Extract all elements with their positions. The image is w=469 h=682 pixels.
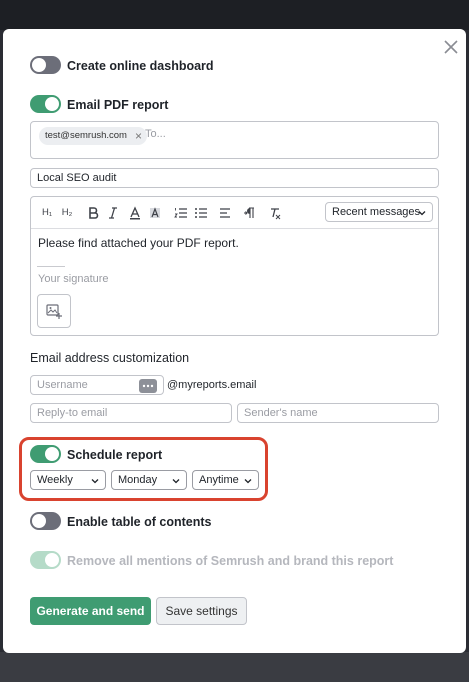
signature-divider: [37, 266, 65, 267]
dashboard-toggle-label: Create online dashboard: [67, 59, 214, 73]
subject-value: Local SEO audit: [37, 172, 117, 184]
more-icon[interactable]: [139, 379, 157, 393]
recent-messages-label: Recent messages: [332, 206, 421, 218]
to-placeholder: To...: [145, 128, 166, 140]
numbered-list-icon[interactable]: [173, 205, 189, 221]
text-direction-icon[interactable]: [241, 205, 257, 221]
email-domain: @myreports.email: [167, 379, 257, 391]
toc-toggle[interactable]: [30, 512, 61, 530]
reply-to-input[interactable]: Reply-to email: [30, 403, 232, 423]
sender-name-placeholder: Sender's name: [244, 407, 318, 419]
message-editor: H₁ H₂ Recent messages Please find attach…: [30, 196, 439, 336]
email-pdf-toggle[interactable]: [30, 95, 61, 113]
add-image-icon: [46, 304, 62, 319]
reply-to-placeholder: Reply-to email: [37, 407, 108, 419]
dashboard-toggle[interactable]: [30, 56, 61, 74]
generate-and-send-button[interactable]: Generate and send: [30, 597, 151, 625]
bullet-list-icon[interactable]: [193, 205, 209, 221]
recipient-chip-label: test@semrush.com: [45, 130, 127, 141]
remove-chip-icon[interactable]: ×: [135, 127, 142, 145]
schedule-toggle-label: Schedule report: [67, 448, 163, 462]
customization-title: Email address customization: [30, 351, 190, 365]
backdrop-bottom: [0, 652, 469, 682]
username-placeholder: Username: [37, 379, 88, 391]
subject-input[interactable]: Local SEO audit: [30, 168, 439, 188]
message-body[interactable]: Please find attached your PDF report.: [38, 236, 239, 250]
recipients-field[interactable]: test@semrush.com × To...: [30, 121, 439, 159]
frequency-value: Weekly: [37, 474, 73, 486]
recent-messages-dropdown[interactable]: Recent messages: [325, 202, 433, 222]
email-pdf-toggle-label: Email PDF report: [67, 98, 169, 112]
sender-name-input[interactable]: Sender's name: [237, 403, 439, 423]
align-left-icon[interactable]: [217, 205, 233, 221]
toc-toggle-label: Enable table of contents: [67, 515, 212, 529]
username-input[interactable]: Username: [30, 375, 164, 395]
editor-toolbar: H₁ H₂ Recent messages: [31, 197, 438, 229]
highlight-color-icon[interactable]: [147, 205, 163, 221]
day-value: Monday: [118, 474, 158, 486]
add-image-button[interactable]: [37, 294, 71, 328]
backdrop-top: [0, 0, 469, 30]
text-color-icon[interactable]: [127, 205, 143, 221]
chevron-down-icon: [172, 479, 180, 484]
clear-formatting-icon[interactable]: [267, 205, 283, 221]
schedule-toggle[interactable]: [30, 445, 61, 463]
heading-1-button[interactable]: H₁: [39, 205, 55, 221]
chevron-down-icon: [244, 479, 252, 484]
branding-toggle-label: Remove all mentions of Semrush and brand…: [67, 554, 394, 568]
report-settings-dialog: Create online dashboard Email PDF report…: [3, 29, 466, 653]
time-value: Anytime: [199, 474, 239, 486]
signature-placeholder[interactable]: Your signature: [38, 273, 109, 285]
italic-icon[interactable]: [105, 205, 121, 221]
bold-icon[interactable]: [85, 205, 101, 221]
branding-toggle: [30, 551, 61, 569]
frequency-select[interactable]: Weekly: [30, 470, 106, 490]
recipient-chip: test@semrush.com ×: [39, 127, 147, 145]
day-select[interactable]: Monday: [111, 470, 187, 490]
chevron-down-icon: [91, 479, 99, 484]
chevron-down-icon: [418, 211, 426, 216]
close-icon[interactable]: [441, 37, 461, 57]
time-select[interactable]: Anytime: [192, 470, 259, 490]
save-settings-button[interactable]: Save settings: [156, 597, 247, 625]
heading-2-button[interactable]: H₂: [59, 205, 75, 221]
